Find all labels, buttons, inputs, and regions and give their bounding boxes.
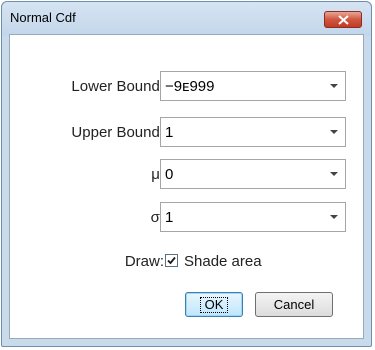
dialog-window: Normal Cdf Lower Bound: −9ᴇ999 Upper Bou… <box>1 1 372 347</box>
sigma-row: σ: 1 <box>10 202 365 234</box>
draw-row: Draw: Shade area <box>10 250 365 272</box>
ok-button[interactable]: OK <box>185 292 243 317</box>
close-icon <box>338 15 349 25</box>
checkmark-icon <box>167 256 176 265</box>
mu-combobox[interactable]: 0 <box>160 159 346 189</box>
dialog-title: Normal Cdf <box>10 10 76 25</box>
lower-bound-row: Lower Bound: −9ᴇ999 <box>10 71 365 103</box>
upper-bound-row: Upper Bound: 1 <box>10 117 365 149</box>
close-button[interactable] <box>324 11 362 28</box>
lower-bound-dropdown-button[interactable] <box>322 72 345 100</box>
chevron-down-icon <box>330 84 338 88</box>
upper-bound-dropdown-button[interactable] <box>322 118 345 146</box>
dialog-body: Lower Bound: −9ᴇ999 Upper Bound: 1 μ: 0 <box>9 34 364 339</box>
lower-bound-combobox[interactable]: −9ᴇ999 <box>160 71 346 101</box>
shade-area-checkbox[interactable] <box>165 254 178 267</box>
title-bar[interactable]: Normal Cdf <box>2 2 371 36</box>
cancel-button[interactable]: Cancel <box>255 292 333 317</box>
mu-value[interactable]: 0 <box>165 166 173 183</box>
ok-button-label: OK <box>199 297 229 313</box>
draw-label: Draw: <box>124 253 164 270</box>
sigma-combobox[interactable]: 1 <box>160 202 346 232</box>
upper-bound-combobox[interactable]: 1 <box>160 117 346 147</box>
shade-area-label[interactable]: Shade area <box>184 253 262 270</box>
mu-row: μ: 0 <box>10 159 365 191</box>
chevron-down-icon <box>330 172 338 176</box>
upper-bound-value[interactable]: 1 <box>165 124 173 141</box>
cancel-button-label: Cancel <box>273 297 315 312</box>
sigma-value[interactable]: 1 <box>165 209 173 226</box>
upper-bound-label: Upper Bound: <box>71 124 164 141</box>
lower-bound-value[interactable]: −9ᴇ999 <box>165 78 214 95</box>
chevron-down-icon <box>330 215 338 219</box>
sigma-dropdown-button[interactable] <box>322 203 345 231</box>
mu-dropdown-button[interactable] <box>322 160 345 188</box>
lower-bound-label: Lower Bound: <box>71 78 164 95</box>
chevron-down-icon <box>330 130 338 134</box>
